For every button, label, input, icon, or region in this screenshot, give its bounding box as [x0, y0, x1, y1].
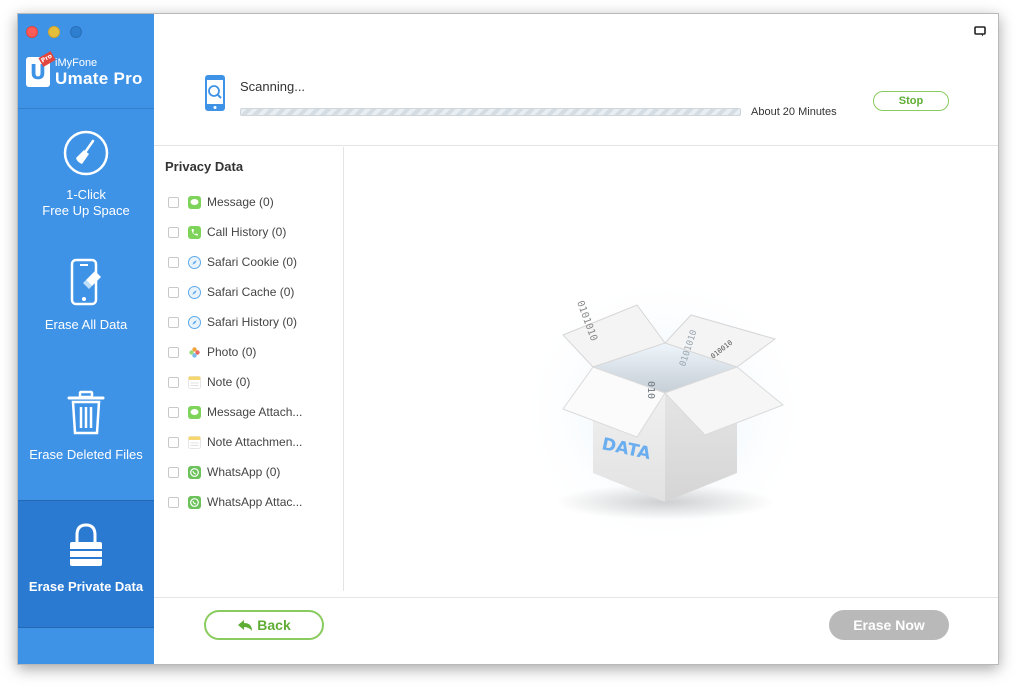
phone-eraser-icon [69, 258, 103, 307]
privacy-item-label: Call History (0) [207, 225, 287, 239]
privacy-item-label: Message Attach... [207, 405, 303, 419]
privacy-item-label: Safari Cache (0) [207, 285, 295, 299]
privacy-item[interactable]: Safari Cookie (0) [168, 247, 302, 277]
stop-button[interactable]: Stop [873, 91, 949, 111]
nav-erase-deleted-files[interactable]: Erase Deleted Files [18, 369, 154, 497]
privacy-item-checkbox[interactable] [168, 226, 179, 238]
app-brand: U Pro iMyFone Umate Pro [26, 51, 143, 90]
brand-text: iMyFone Umate Pro [55, 56, 143, 88]
privacy-item[interactable]: Safari Cache (0) [168, 277, 302, 307]
whatsapp-icon [188, 495, 201, 509]
privacy-item-label: Message (0) [207, 195, 274, 209]
nav-erase-deleted-files-label: Erase Deleted Files [29, 447, 143, 462]
privacy-item-checkbox[interactable] [168, 346, 179, 358]
close-window-button[interactable] [26, 26, 38, 38]
nav-free-up-space-label: 1-Click Free Up Space [42, 187, 129, 219]
privacy-data-panel: Privacy Data Message (0) Call History (0)… [154, 147, 344, 591]
privacy-item-label: WhatsApp Attac... [207, 495, 303, 509]
privacy-item-label: Note (0) [207, 375, 251, 389]
privacy-item-checkbox[interactable] [168, 286, 179, 298]
zoom-window-button[interactable] [70, 26, 82, 38]
privacy-item[interactable]: WhatsApp (0) [168, 457, 302, 487]
note-icon [188, 375, 201, 389]
lock-icon [68, 521, 104, 569]
trash-icon [67, 389, 105, 437]
nav-erase-private-data[interactable]: Erase Private Data [18, 500, 154, 628]
broom-icon [62, 129, 110, 177]
privacy-item-label: Safari History (0) [207, 315, 298, 329]
privacy-item-checkbox[interactable] [168, 496, 179, 508]
privacy-item-label: WhatsApp (0) [207, 465, 281, 479]
data-box-illustration: 0101010 0101010 010 010010 DATA [345, 147, 998, 591]
main-content: Scanning... About 20 Minutes Stop Privac… [154, 14, 998, 664]
privacy-item-label: Safari Cookie (0) [207, 255, 298, 269]
brand-company: iMyFone [55, 56, 98, 69]
nav-erase-private-data-label: Erase Private Data [28, 579, 144, 594]
photo-icon [188, 346, 201, 359]
privacy-data-title: Privacy Data [165, 159, 244, 174]
privacy-item[interactable]: Message Attach... [168, 397, 302, 427]
nav-free-up-space[interactable]: 1-Click Free Up Space [18, 109, 154, 237]
privacy-item-label: Note Attachmen... [207, 435, 303, 449]
privacy-item[interactable]: Note Attachmen... [168, 427, 302, 457]
minimize-window-button[interactable] [48, 26, 60, 38]
whatsapp-icon [188, 465, 201, 479]
back-button[interactable]: Back [204, 610, 324, 640]
privacy-item-checkbox[interactable] [168, 436, 179, 448]
message-icon [188, 195, 201, 209]
window-controls [26, 26, 82, 38]
back-button-label: Back [257, 617, 291, 633]
safari-icon [188, 315, 201, 329]
phone-icon [188, 225, 201, 239]
app-window: U Pro iMyFone Umate Pro 1-Click Free Up … [17, 13, 999, 665]
privacy-data-list: Message (0) Call History (0) Safari Cookie… [168, 187, 302, 517]
privacy-item-checkbox[interactable] [168, 466, 179, 478]
privacy-item-checkbox[interactable] [168, 196, 179, 208]
scan-status-text: Scanning... [240, 79, 306, 94]
privacy-item-label: Photo (0) [207, 345, 257, 359]
footer-bar: Back Erase Now [154, 597, 998, 664]
privacy-item-checkbox[interactable] [168, 376, 179, 388]
safari-icon [188, 255, 201, 269]
privacy-item[interactable]: Safari History (0) [168, 307, 302, 337]
scan-eta-text: About 20 Minutes [751, 106, 837, 118]
privacy-item[interactable]: Note (0) [168, 367, 302, 397]
nav-label-line2: Free Up Space [42, 203, 130, 218]
safari-icon [188, 285, 201, 299]
scan-progress-bar [240, 108, 741, 116]
privacy-item-checkbox[interactable] [168, 316, 179, 328]
erase-now-button[interactable]: Erase Now [829, 610, 949, 640]
privacy-item-checkbox[interactable] [168, 256, 179, 268]
back-arrow-icon [238, 619, 253, 631]
privacy-item[interactable]: Call History (0) [168, 217, 302, 247]
privacy-item[interactable]: Photo (0) [168, 337, 302, 367]
nav-label-line1: 1-Click [66, 187, 106, 202]
scan-header: Scanning... About 20 Minutes Stop [154, 14, 998, 146]
privacy-item[interactable]: Message (0) [168, 187, 302, 217]
binary-text-3: 010 [645, 381, 656, 399]
privacy-item-checkbox[interactable] [168, 406, 179, 418]
privacy-item[interactable]: WhatsApp Attac... [168, 487, 302, 517]
message-icon [188, 405, 201, 419]
brand-product: Umate Pro [55, 68, 143, 88]
app-logo: U Pro [26, 51, 56, 87]
sidebar: U Pro iMyFone Umate Pro 1-Click Free Up … [18, 14, 154, 664]
phone-scan-icon [204, 74, 226, 117]
note-icon [188, 435, 201, 449]
nav-erase-all-data[interactable]: Erase All Data [18, 239, 154, 367]
nav-erase-all-data-label: Erase All Data [44, 317, 128, 332]
